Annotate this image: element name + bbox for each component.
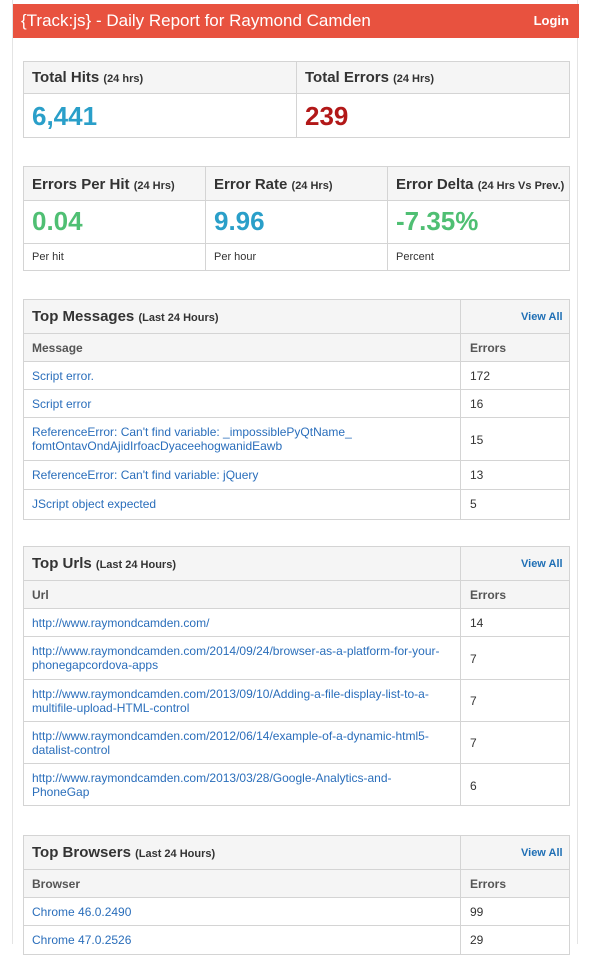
metrics-panel: Errors Per Hit (24 Hrs) 0.04 Per hit Err… xyxy=(23,166,570,271)
top-messages-panel: Top Messages (Last 24 Hours) View All Me… xyxy=(23,299,570,520)
page-title: {Track:js} - Daily Report for Raymond Ca… xyxy=(21,11,371,30)
message-column-header: Message xyxy=(32,341,83,355)
browser-column-header: Browser xyxy=(32,877,81,891)
message-error-count: 16 xyxy=(470,397,484,411)
error-rate-value: 9.96 xyxy=(214,206,265,236)
total-hits-label: Total Hits (24 hrs) xyxy=(32,69,144,86)
errors-per-hit-value: 0.04 xyxy=(32,206,83,236)
error-delta-label: Error Delta (24 Hrs Vs Prev.) xyxy=(396,176,565,193)
message-error-count: 172 xyxy=(470,369,491,383)
errors-column-header: Errors xyxy=(470,588,507,602)
message-link[interactable]: ReferenceError: Can't find variable: _im… xyxy=(32,425,352,453)
errors-column-header: Errors xyxy=(470,341,507,355)
errors-column-header: Errors xyxy=(470,877,507,891)
message-error-count: 15 xyxy=(470,433,484,447)
url-column-header: Url xyxy=(32,588,49,602)
top-messages-title: Top Messages (Last 24 Hours) xyxy=(32,308,219,325)
browser-link[interactable]: Chrome 46.0.2490 xyxy=(32,905,131,919)
top-browsers-panel: Top Browsers (Last 24 Hours) View All Br… xyxy=(23,835,570,955)
error-delta-unit: Percent xyxy=(396,251,434,263)
message-link[interactable]: JScript object expected xyxy=(32,497,156,511)
message-link[interactable]: ReferenceError: Can't find variable: jQu… xyxy=(32,468,258,482)
url-error-count: 7 xyxy=(470,736,477,750)
url-link[interactable]: http://www.raymondcamden.com/2013/09/10/… xyxy=(32,687,429,715)
url-error-count: 14 xyxy=(470,616,484,630)
report-page: {Track:js} - Daily Report for Raymond Ca… xyxy=(12,0,579,955)
errors-per-hit-unit: Per hit xyxy=(32,251,64,263)
total-errors-label: Total Errors (24 Hrs) xyxy=(305,69,435,86)
top-browsers-title: Top Browsers (Last 24 Hours) xyxy=(32,844,216,861)
errors-per-hit-label: Errors Per Hit (24 Hrs) xyxy=(32,176,175,193)
top-urls-panel: Top Urls (Last 24 Hours) View All Url Er… xyxy=(23,546,570,806)
total-errors-value: 239 xyxy=(305,101,349,131)
browser-link[interactable]: Chrome 47.0.2526 xyxy=(32,933,131,947)
url-error-count: 7 xyxy=(470,694,477,708)
url-link[interactable]: http://www.raymondcamden.com/2012/06/14/… xyxy=(32,729,429,757)
top-urls-title: Top Urls (Last 24 Hours) xyxy=(32,555,176,572)
browser-error-count: 99 xyxy=(470,905,484,919)
url-link[interactable]: http://www.raymondcamden.com/ xyxy=(32,616,209,630)
url-error-count: 6 xyxy=(470,779,477,793)
message-error-count: 13 xyxy=(470,468,484,482)
url-error-count: 7 xyxy=(470,652,477,666)
error-delta-value: -7.35% xyxy=(396,206,479,236)
browsers-view-all-link[interactable]: View All xyxy=(521,847,563,859)
messages-view-all-link[interactable]: View All xyxy=(521,311,563,323)
summary-panel: Total Hits (24 hrs) 6,441 Total Errors (… xyxy=(23,61,570,138)
error-rate-label: Error Rate (24 Hrs) xyxy=(214,176,333,193)
error-rate-unit: Per hour xyxy=(214,251,257,263)
urls-view-all-link[interactable]: View All xyxy=(521,558,563,570)
app-header: {Track:js} - Daily Report for Raymond Ca… xyxy=(13,4,579,38)
message-link[interactable]: Script error. xyxy=(32,369,94,383)
url-link[interactable]: http://www.raymondcamden.com/2014/09/24/… xyxy=(32,644,440,672)
browser-error-count: 29 xyxy=(470,933,484,947)
login-link[interactable]: Login xyxy=(534,13,569,28)
total-hits-value: 6,441 xyxy=(32,101,98,131)
message-error-count: 5 xyxy=(470,497,477,511)
url-link[interactable]: http://www.raymondcamden.com/2013/03/28/… xyxy=(32,771,392,799)
message-link[interactable]: Script error xyxy=(32,397,91,411)
